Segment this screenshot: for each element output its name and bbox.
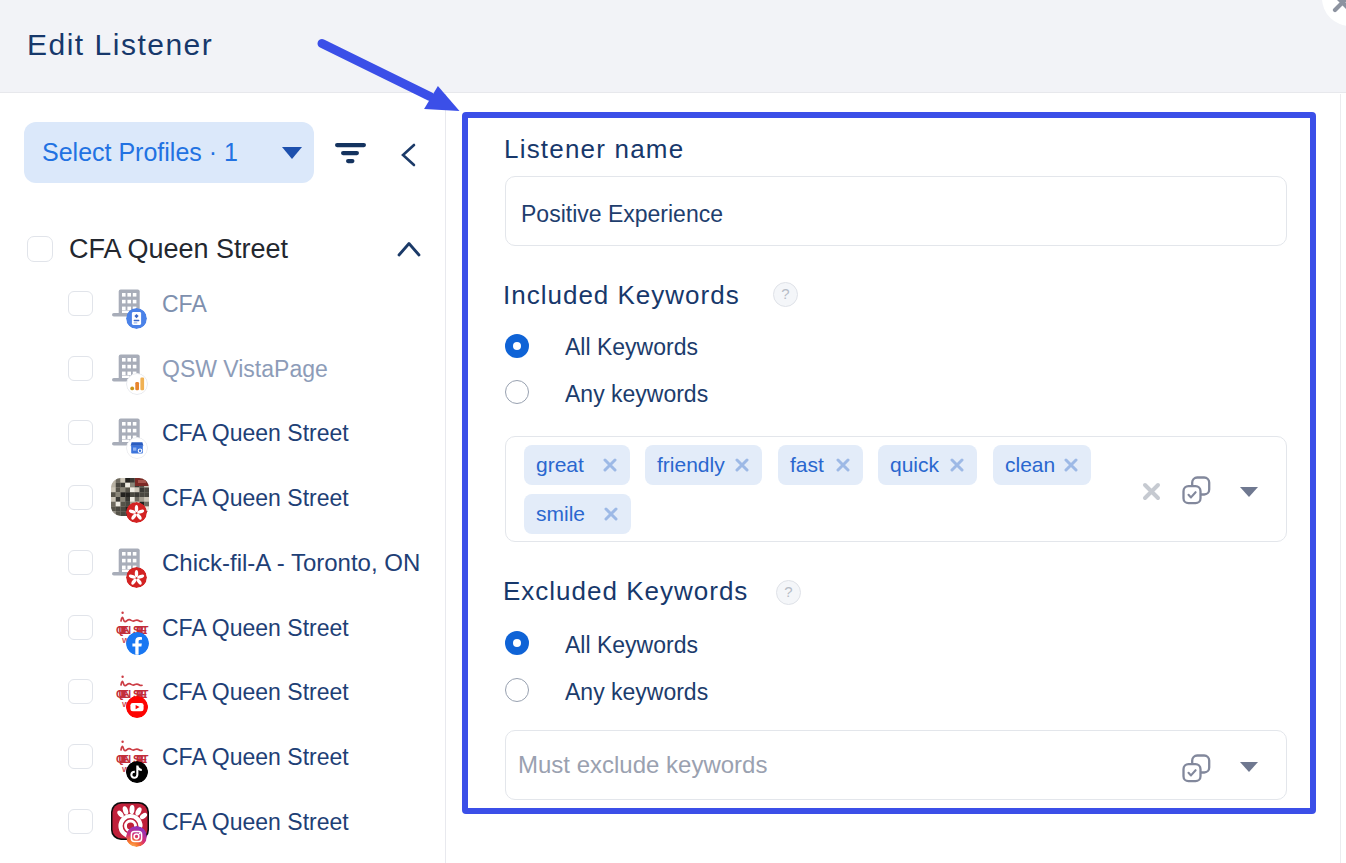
svg-text:QUEEN: QUEEN — [116, 688, 131, 700]
svg-text:QUEEN: QUEEN — [116, 624, 131, 636]
svg-text:QUEEN: QUEEN — [116, 753, 131, 765]
